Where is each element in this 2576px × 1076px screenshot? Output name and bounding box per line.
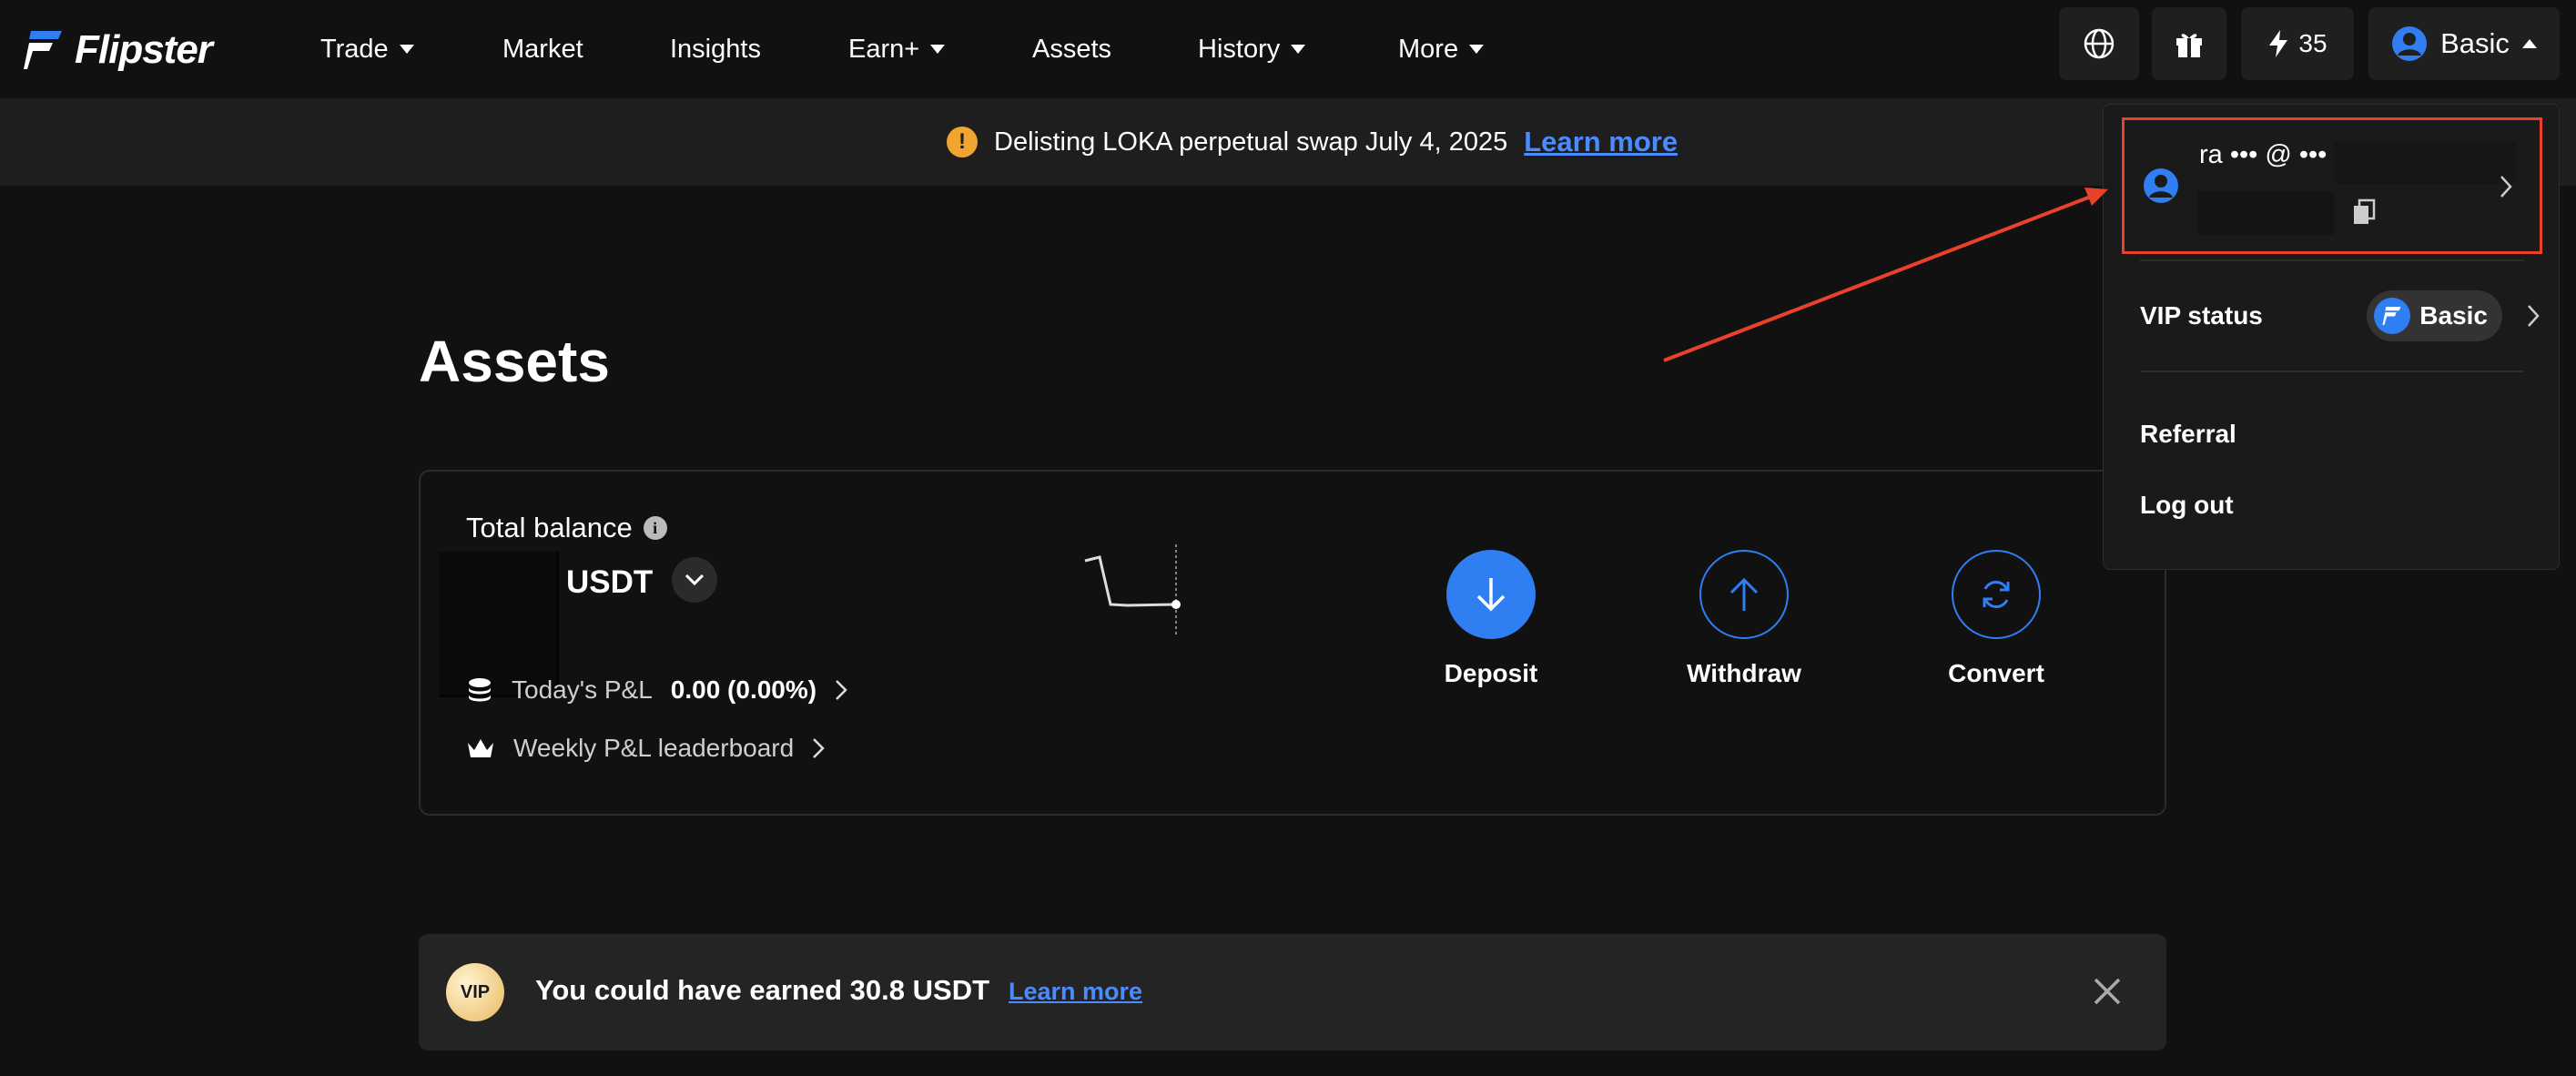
flipster-logo-icon [2374,298,2411,334]
chevron-right-icon [813,738,825,758]
vip-status-row[interactable]: VIP status Basic [2140,289,2541,343]
announcement-content: ! Delisting LOKA perpetual swap July 4, … [947,120,1678,164]
redacted-uid [2197,191,2334,235]
vip-banner-text: You could have earned 30.8 USDT [535,974,990,1006]
crown-icon [468,739,493,757]
top-navigation: Flipster Trade Market Insights Earn+ Ass… [0,0,2576,98]
referral-menu-item[interactable]: Referral [2140,407,2541,462]
caret-down-icon [1469,45,1485,54]
user-avatar-icon [2392,26,2428,61]
nav-assets-label: Assets [1032,34,1112,64]
balance-card: Total balance i USDT Today's P&L 0.00 (0… [419,470,2166,816]
nav-history[interactable]: History [1198,25,1306,73]
close-icon[interactable] [2084,969,2130,1014]
deposit-label: Deposit [1444,659,1538,687]
nav-earn[interactable]: Earn+ [848,25,946,73]
nav-market[interactable]: Market [502,25,583,73]
vip-learn-more-link[interactable]: Learn more [1009,978,1142,1006]
vip-level-text: Basic [2419,301,2488,330]
arrow-up-icon [1729,577,1759,611]
page-title: Assets [419,329,610,394]
announcement-text: Delisting LOKA perpetual swap July 4, 20… [994,127,1508,157]
nav-trade[interactable]: Trade [320,25,414,73]
points-button[interactable]: 35 [2241,7,2354,80]
weekly-leaderboard-row[interactable]: Weekly P&L leaderboard [466,734,825,763]
coins-stack-icon [469,678,491,702]
globe-icon [2084,28,2115,59]
nav-insights-label: Insights [670,34,761,64]
weekly-leaderboard-label: Weekly P&L leaderboard [513,734,795,762]
withdraw-label: Withdraw [1687,659,1801,687]
vip-badge: VIP [446,963,504,1021]
deposit-button[interactable]: Deposit [1409,550,1573,688]
total-balance-label: Total balance i [466,512,667,544]
language-button[interactable] [2059,7,2139,80]
todays-pnl-row[interactable]: Today's P&L 0.00 (0.00%) [466,675,847,705]
copy-icon[interactable] [2352,198,2376,226]
user-profile-row[interactable]: ra ••• @ ••• [2122,117,2542,254]
nav-market-label: Market [502,34,583,64]
caret-down-icon [930,45,946,54]
warning-icon: ! [947,127,978,157]
nav-more[interactable]: More [1398,25,1485,73]
gift-icon [2176,34,2202,57]
announcement-learn-more-link[interactable]: Learn more [1524,126,1678,158]
account-menu-button[interactable]: Basic [2368,7,2560,80]
user-email: ra ••• @ ••• [2199,140,2328,169]
deposit-circle [1446,550,1536,639]
flipster-logo-icon [24,31,62,69]
redacted-email [2334,142,2516,184]
points-count: 35 [2298,29,2328,57]
refresh-icon [1983,580,2010,609]
divider [2140,259,2524,261]
chevron-right-icon [836,680,847,700]
nav-earn-label: Earn+ [848,34,920,64]
withdraw-button[interactable]: Withdraw [1662,550,1826,688]
user-avatar-icon [2144,168,2178,203]
nav-assets[interactable]: Assets [1032,25,1111,73]
logout-menu-item[interactable]: Log out [2140,478,2541,533]
vip-level-badge: Basic [2367,290,2502,341]
total-balance-text: Total balance [466,512,633,543]
info-icon[interactable]: i [643,516,667,540]
nav-trade-label: Trade [320,34,389,64]
balance-sparkline [1084,544,1181,635]
divider [2140,371,2524,372]
balance-currency: USDT [566,564,654,600]
nav-more-label: More [1398,34,1459,64]
nav-history-label: History [1198,34,1281,64]
chevron-right-icon [2528,305,2540,327]
convert-circle [1952,550,2041,639]
currency-dropdown-button[interactable] [672,557,717,603]
flipster-logo[interactable]: Flipster [24,18,213,82]
vip-earnings-banner: VIP You could have earned 30.8 USDT Lear… [419,934,2166,1051]
lightning-icon [2269,30,2288,57]
chevron-down-icon [685,574,705,586]
todays-pnl-label: Today's P&L [512,675,653,704]
nav-insights[interactable]: Insights [670,25,761,73]
convert-label: Convert [1948,659,2044,687]
withdraw-circle [1699,550,1789,639]
rewards-button[interactable] [2152,7,2226,80]
account-tier-label: Basic [2440,27,2510,59]
account-dropdown: ra ••• @ ••• VIP status Basic Referral L… [2103,104,2560,570]
chevron-right-icon [2500,176,2512,198]
referral-label: Referral [2140,420,2236,448]
caret-down-icon [1291,45,1306,54]
caret-up-icon [2521,39,2537,48]
todays-pnl-value: 0.00 (0.00%) [670,675,817,704]
caret-down-icon [399,45,414,54]
convert-button[interactable]: Convert [1914,550,2078,688]
logout-label: Log out [2140,491,2234,519]
arrow-down-icon [1476,578,1506,612]
vip-status-label: VIP status [2140,301,2263,330]
brand-name: Flipster [75,27,213,72]
